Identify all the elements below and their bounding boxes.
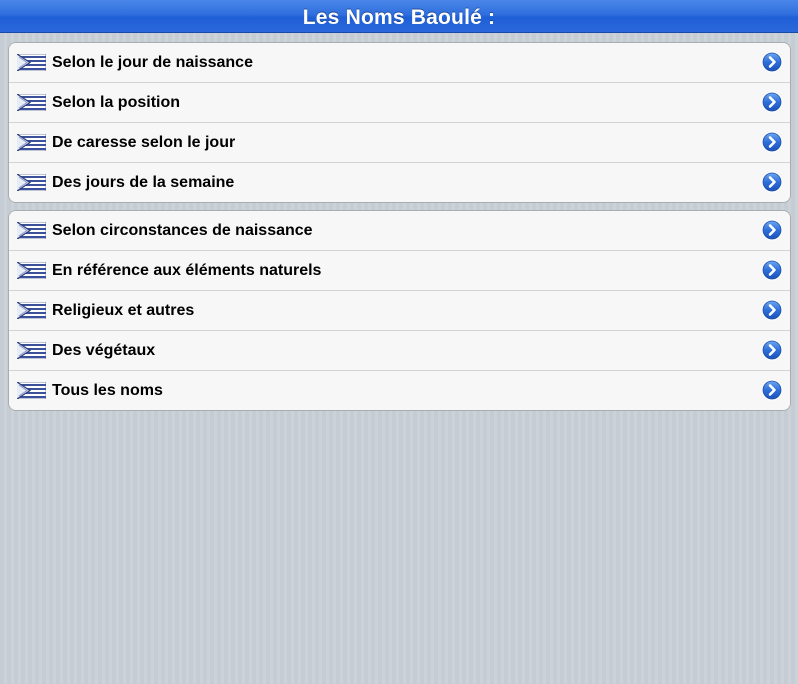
chevron-right-icon[interactable] — [761, 379, 783, 401]
menu-item-label: En référence aux éléments naturels — [52, 262, 322, 279]
menu-item-label: Des végétaux — [52, 342, 156, 359]
menu-item-label: Des jours de la semaine — [52, 174, 235, 191]
menu-item-label: De caresse selon le jour — [52, 134, 236, 151]
chevron-right-icon[interactable] — [761, 51, 783, 73]
menu-item-label: Religieux et autres — [52, 302, 195, 319]
menu-item-caresse-selon-jour[interactable]: De caresse selon le jour — [9, 123, 790, 163]
flag-icon — [17, 134, 46, 151]
flag-icon — [17, 174, 46, 191]
flag-icon — [17, 302, 46, 319]
flag-icon — [17, 54, 46, 71]
menu-item-jours-semaine[interactable]: Des jours de la semaine — [9, 163, 790, 202]
flag-icon — [17, 382, 46, 399]
menu-item-label: Selon la position — [52, 94, 181, 111]
chevron-right-icon[interactable] — [761, 259, 783, 281]
chevron-right-icon[interactable] — [761, 171, 783, 193]
flag-icon — [17, 222, 46, 239]
menu-item-elements-naturels[interactable]: En référence aux éléments naturels — [9, 251, 790, 291]
menu-item-religieux-autres[interactable]: Religieux et autres — [9, 291, 790, 331]
flag-icon — [17, 94, 46, 111]
menu-item-circonstances-naissance[interactable]: Selon circonstances de naissance — [9, 211, 790, 251]
menu-item-label: Tous les noms — [52, 382, 163, 399]
menu-group-2: Selon circonstances de naissance En réfé… — [8, 210, 791, 411]
page-title: Les Noms Baoulé : — [302, 6, 496, 29]
chevron-right-icon[interactable] — [761, 219, 783, 241]
chevron-right-icon[interactable] — [761, 91, 783, 113]
chevron-right-icon[interactable] — [761, 131, 783, 153]
menu-item-tous-noms[interactable]: Tous les noms — [9, 371, 790, 410]
menu-item-label: Selon le jour de naissance — [52, 54, 253, 71]
chevron-right-icon[interactable] — [761, 299, 783, 321]
flag-icon — [17, 262, 46, 279]
title-bar: Les Noms Baoulé : — [0, 0, 798, 33]
menu-item-selon-position[interactable]: Selon la position — [9, 83, 790, 123]
menu-item-selon-jour-naissance[interactable]: Selon le jour de naissance — [9, 43, 790, 83]
chevron-right-icon[interactable] — [761, 339, 783, 361]
menu-item-label: Selon circonstances de naissance — [52, 222, 313, 239]
menu-group-1: Selon le jour de naissance Selon la posi… — [8, 42, 791, 203]
menu-item-vegetaux[interactable]: Des végétaux — [9, 331, 790, 371]
flag-icon — [17, 342, 46, 359]
